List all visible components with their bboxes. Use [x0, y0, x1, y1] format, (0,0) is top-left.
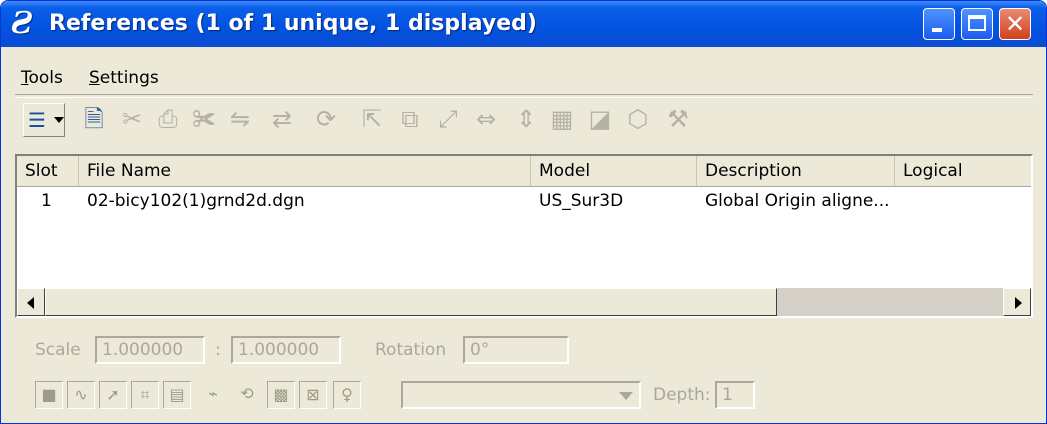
clip-boundary-icon[interactable]: ▦ [547, 101, 577, 137]
app-icon: Ƨ [11, 6, 33, 41]
column-header-model[interactable]: Model [531, 156, 697, 186]
exchange-icon[interactable]: ⇄ [267, 101, 297, 137]
clip-icon[interactable]: ⊠ [299, 381, 327, 409]
references-window: Ƨ References (1 of 1 unique, 1 displayed… [0, 0, 1047, 424]
arrow-right-icon [1015, 297, 1022, 309]
column-header-description[interactable]: Description [697, 156, 895, 186]
toolbar: ☰ 🗎 ✂ ⎙ ✀ ⇋ ⇄ ⟳ ⇱ ⧉ ⤢ ⇔ ⇕ ▦ ◪ ⬡ ⚒ [17, 101, 1036, 145]
clip-icon[interactable]: ✀ [189, 101, 219, 137]
rotation-label: Rotation [375, 340, 447, 360]
scale-icon[interactable]: ⤢ [433, 101, 463, 137]
maximize-button[interactable] [961, 8, 993, 40]
clip-mask-icon[interactable]: ◪ [585, 101, 615, 137]
snap-icon[interactable]: ∿ [67, 381, 95, 409]
menu-settings[interactable]: Settings [89, 68, 159, 88]
menu-bar: Tools Settings [1, 63, 1046, 91]
scale-controls: Scale 1.000000 : 1.000000 Rotation 0° [35, 336, 635, 366]
chevron-down-icon [54, 117, 64, 123]
attachment-settings-bar: ■ ∿ ➚ ⌗ ▤ ⌁ ⟲ ▩ ⊠ ♀ Depth: 1 [35, 381, 755, 411]
rotate-icon[interactable]: ⟳ [311, 101, 341, 137]
chevron-down-icon [619, 392, 633, 400]
list-view-icon: ☰ [28, 108, 46, 132]
reload-icon[interactable]: ⇋ [225, 101, 255, 137]
close-button[interactable]: ✕ [999, 8, 1031, 40]
cell-logical [895, 187, 903, 215]
mirror-h-icon[interactable]: ⇔ [471, 101, 501, 137]
scrollbar-track[interactable] [777, 288, 1003, 316]
column-header-slot[interactable]: Slot [17, 156, 79, 186]
arrow-left-icon [27, 297, 34, 309]
scroll-right-button[interactable] [1003, 288, 1031, 316]
mirror-v-icon[interactable]: ⇕ [511, 101, 541, 137]
scale-value-1-field[interactable]: 1.000000 [95, 336, 205, 364]
toolbar-separator [15, 94, 1033, 98]
table-row[interactable]: 1 02-bicy102(1)grnd2d.dgn US_Sur3D Globa… [17, 187, 1031, 215]
cell-slot: 1 [41, 191, 52, 211]
table-header: Slot File Name Model Description Logical [17, 156, 1031, 187]
detach-icon[interactable]: ✂ [117, 101, 147, 137]
level-icon[interactable]: ▤ [163, 381, 191, 409]
move-icon[interactable]: ⇱ [357, 101, 387, 137]
list-view-dropdown[interactable]: ☰ [23, 103, 65, 137]
title-bar[interactable]: Ƨ References (1 of 1 unique, 1 displayed… [1, 1, 1046, 47]
depth-label: Depth: [653, 385, 711, 405]
print-icon[interactable]: ⎙ [153, 101, 183, 137]
locate-icon[interactable]: ➚ [99, 381, 127, 409]
window-title: References (1 of 1 unique, 1 displayed) [49, 11, 537, 36]
level-combo[interactable] [401, 381, 641, 409]
cell-file-name: 02-bicy102(1)grnd2d.dgn [87, 191, 305, 211]
treat-as-element-icon[interactable]: ⌗ [131, 381, 159, 409]
scrollbar-thumb[interactable] [45, 288, 777, 316]
nesting-icon[interactable]: ⌁ [199, 381, 227, 409]
minimize-icon [932, 28, 942, 32]
scale-value-2-field[interactable]: 1.000000 [231, 336, 341, 364]
maximize-icon [968, 15, 986, 31]
raster-icon[interactable]: ▩ [267, 381, 295, 409]
cell-description: Global Origin aligne... [705, 191, 890, 211]
close-icon: ✕ [1004, 10, 1026, 38]
scroll-left-button[interactable] [17, 288, 45, 316]
cell-model: US_Sur3D [539, 191, 624, 211]
references-table: Slot File Name Model Description Logical… [15, 154, 1033, 318]
attach-icon[interactable]: 🗎 [79, 101, 109, 137]
lightbulb-icon[interactable]: ♀ [333, 381, 361, 409]
set-icon[interactable]: ⬡ [623, 101, 653, 137]
tools-icon[interactable]: ⚒ [663, 101, 693, 137]
depth-field[interactable]: 1 [715, 381, 755, 409]
column-header-file-name[interactable]: File Name [79, 156, 531, 186]
live-nesting-icon[interactable]: ⟲ [233, 381, 261, 409]
horizontal-scrollbar[interactable] [17, 288, 1031, 316]
menu-tools[interactable]: Tools [21, 68, 63, 88]
column-header-logical[interactable]: Logical [895, 156, 1031, 186]
scale-separator: : [215, 340, 221, 360]
copy-icon[interactable]: ⧉ [395, 101, 425, 137]
scale-label: Scale [35, 340, 81, 360]
rotation-field[interactable]: 0° [463, 336, 569, 364]
minimize-button[interactable] [923, 8, 955, 40]
display-toggle-icon[interactable]: ■ [35, 381, 63, 409]
